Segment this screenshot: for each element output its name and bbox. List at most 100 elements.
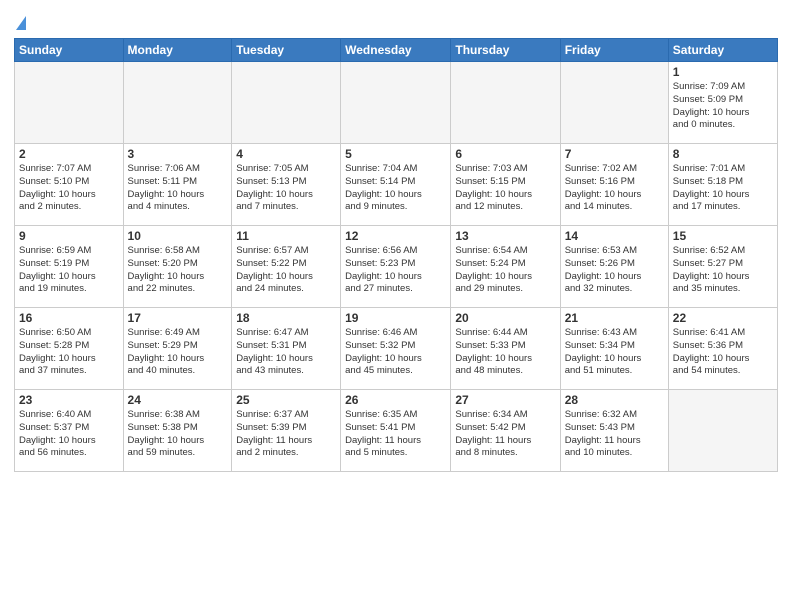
weekday-header-monday: Monday <box>123 39 232 62</box>
day-number: 17 <box>128 311 228 325</box>
day-number: 1 <box>673 65 773 79</box>
day-info: Sunrise: 6:49 AMSunset: 5:29 PMDaylight:… <box>128 327 228 378</box>
calendar-cell: 25 Sunrise: 6:37 AMSunset: 5:39 PMDayligh… <box>232 390 341 472</box>
calendar-cell: 15 Sunrise: 6:52 AMSunset: 5:27 PMDayligh… <box>668 226 777 308</box>
calendar-cell: 3 Sunrise: 7:06 AMSunset: 5:11 PMDaylight… <box>123 144 232 226</box>
day-info: Sunrise: 7:05 AMSunset: 5:13 PMDaylight:… <box>236 163 336 214</box>
calendar-cell: 11 Sunrise: 6:57 AMSunset: 5:22 PMDayligh… <box>232 226 341 308</box>
day-info: Sunrise: 6:38 AMSunset: 5:38 PMDaylight:… <box>128 409 228 460</box>
calendar-cell: 23 Sunrise: 6:40 AMSunset: 5:37 PMDayligh… <box>15 390 124 472</box>
calendar-cell: 2 Sunrise: 7:07 AMSunset: 5:10 PMDaylight… <box>15 144 124 226</box>
day-info: Sunrise: 6:56 AMSunset: 5:23 PMDaylight:… <box>345 245 446 296</box>
header <box>14 10 778 30</box>
page: SundayMondayTuesdayWednesdayThursdayFrid… <box>0 0 792 612</box>
week-row-4: 16Sunrise: 6:50 AMSunset: 5:28 PMDayligh… <box>15 308 778 390</box>
weekday-header-friday: Friday <box>560 39 668 62</box>
day-info: Sunrise: 6:35 AMSunset: 5:41 PMDaylight:… <box>345 409 446 460</box>
day-number: 9 <box>19 229 119 243</box>
day-number: 28 <box>565 393 664 407</box>
day-number: 24 <box>128 393 228 407</box>
calendar-cell: 1 Sunrise: 7:09 AMSunset: 5:09 PMDaylight… <box>668 62 777 144</box>
day-info: Sunrise: 7:04 AMSunset: 5:14 PMDaylight:… <box>345 163 446 214</box>
calendar-cell: 26 Sunrise: 6:35 AMSunset: 5:41 PMDayligh… <box>341 390 451 472</box>
day-info: Sunrise: 7:02 AMSunset: 5:16 PMDaylight:… <box>565 163 664 214</box>
calendar-cell <box>341 62 451 144</box>
calendar-cell: 20Sunrise: 6:44 AMSunset: 5:33 PMDayligh… <box>451 308 560 390</box>
calendar-cell: 13Sunrise: 6:54 AMSunset: 5:24 PMDayligh… <box>451 226 560 308</box>
calendar-cell: 18 Sunrise: 6:47 AMSunset: 5:31 PMDayligh… <box>232 308 341 390</box>
calendar-cell: 14 Sunrise: 6:53 AMSunset: 5:26 PMDayligh… <box>560 226 668 308</box>
calendar-cell: 10Sunrise: 6:58 AMSunset: 5:20 PMDayligh… <box>123 226 232 308</box>
day-number: 3 <box>128 147 228 161</box>
calendar-cell: 27 Sunrise: 6:34 AMSunset: 5:42 PMDayligh… <box>451 390 560 472</box>
logo <box>14 10 26 30</box>
day-info: Sunrise: 7:06 AMSunset: 5:11 PMDaylight:… <box>128 163 228 214</box>
day-number: 21 <box>565 311 664 325</box>
calendar-cell <box>451 62 560 144</box>
calendar-cell <box>232 62 341 144</box>
day-number: 20 <box>455 311 555 325</box>
calendar-cell: 24 Sunrise: 6:38 AMSunset: 5:38 PMDayligh… <box>123 390 232 472</box>
day-number: 8 <box>673 147 773 161</box>
day-number: 27 <box>455 393 555 407</box>
day-info: Sunrise: 6:40 AMSunset: 5:37 PMDaylight:… <box>19 409 119 460</box>
weekday-header-thursday: Thursday <box>451 39 560 62</box>
weekday-header-sunday: Sunday <box>15 39 124 62</box>
day-number: 25 <box>236 393 336 407</box>
day-number: 18 <box>236 311 336 325</box>
day-info: Sunrise: 6:52 AMSunset: 5:27 PMDaylight:… <box>673 245 773 296</box>
calendar-cell: 19 Sunrise: 6:46 AMSunset: 5:32 PMDayligh… <box>341 308 451 390</box>
calendar-cell <box>668 390 777 472</box>
calendar-cell: 28 Sunrise: 6:32 AMSunset: 5:43 PMDayligh… <box>560 390 668 472</box>
weekday-header-row: SundayMondayTuesdayWednesdayThursdayFrid… <box>15 39 778 62</box>
day-number: 15 <box>673 229 773 243</box>
day-number: 12 <box>345 229 446 243</box>
day-info: Sunrise: 6:46 AMSunset: 5:32 PMDaylight:… <box>345 327 446 378</box>
day-number: 19 <box>345 311 446 325</box>
day-number: 5 <box>345 147 446 161</box>
day-number: 6 <box>455 147 555 161</box>
day-number: 23 <box>19 393 119 407</box>
day-number: 26 <box>345 393 446 407</box>
day-info: Sunrise: 7:03 AMSunset: 5:15 PMDaylight:… <box>455 163 555 214</box>
day-info: Sunrise: 6:57 AMSunset: 5:22 PMDaylight:… <box>236 245 336 296</box>
calendar-cell: 5 Sunrise: 7:04 AMSunset: 5:14 PMDaylight… <box>341 144 451 226</box>
weekday-header-wednesday: Wednesday <box>341 39 451 62</box>
calendar-cell: 4 Sunrise: 7:05 AMSunset: 5:13 PMDaylight… <box>232 144 341 226</box>
calendar-cell: 12 Sunrise: 6:56 AMSunset: 5:23 PMDayligh… <box>341 226 451 308</box>
day-info: Sunrise: 7:01 AMSunset: 5:18 PMDaylight:… <box>673 163 773 214</box>
day-info: Sunrise: 6:53 AMSunset: 5:26 PMDaylight:… <box>565 245 664 296</box>
calendar-cell: 21 Sunrise: 6:43 AMSunset: 5:34 PMDayligh… <box>560 308 668 390</box>
calendar-cell: 8 Sunrise: 7:01 AMSunset: 5:18 PMDaylight… <box>668 144 777 226</box>
week-row-1: 1 Sunrise: 7:09 AMSunset: 5:09 PMDaylight… <box>15 62 778 144</box>
calendar-cell <box>15 62 124 144</box>
day-info: Sunrise: 7:07 AMSunset: 5:10 PMDaylight:… <box>19 163 119 214</box>
week-row-3: 9 Sunrise: 6:59 AMSunset: 5:19 PMDaylight… <box>15 226 778 308</box>
day-number: 7 <box>565 147 664 161</box>
day-number: 10 <box>128 229 228 243</box>
day-info: Sunrise: 6:47 AMSunset: 5:31 PMDaylight:… <box>236 327 336 378</box>
logo-triangle-icon <box>16 16 26 30</box>
day-info: Sunrise: 6:43 AMSunset: 5:34 PMDaylight:… <box>565 327 664 378</box>
calendar-cell: 6 Sunrise: 7:03 AMSunset: 5:15 PMDaylight… <box>451 144 560 226</box>
day-info: Sunrise: 6:41 AMSunset: 5:36 PMDaylight:… <box>673 327 773 378</box>
day-number: 14 <box>565 229 664 243</box>
day-info: Sunrise: 6:59 AMSunset: 5:19 PMDaylight:… <box>19 245 119 296</box>
calendar-table: SundayMondayTuesdayWednesdayThursdayFrid… <box>14 38 778 472</box>
calendar-cell: 17 Sunrise: 6:49 AMSunset: 5:29 PMDayligh… <box>123 308 232 390</box>
week-row-5: 23 Sunrise: 6:40 AMSunset: 5:37 PMDayligh… <box>15 390 778 472</box>
day-info: Sunrise: 6:34 AMSunset: 5:42 PMDaylight:… <box>455 409 555 460</box>
day-info: Sunrise: 7:09 AMSunset: 5:09 PMDaylight:… <box>673 81 773 132</box>
calendar-cell: 22 Sunrise: 6:41 AMSunset: 5:36 PMDayligh… <box>668 308 777 390</box>
week-row-2: 2 Sunrise: 7:07 AMSunset: 5:10 PMDaylight… <box>15 144 778 226</box>
day-number: 2 <box>19 147 119 161</box>
calendar-cell <box>123 62 232 144</box>
day-info: Sunrise: 6:37 AMSunset: 5:39 PMDaylight:… <box>236 409 336 460</box>
calendar-cell <box>560 62 668 144</box>
day-number: 22 <box>673 311 773 325</box>
day-number: 11 <box>236 229 336 243</box>
day-number: 4 <box>236 147 336 161</box>
day-info: Sunrise: 6:32 AMSunset: 5:43 PMDaylight:… <box>565 409 664 460</box>
weekday-header-saturday: Saturday <box>668 39 777 62</box>
day-info: Sunrise: 6:50 AMSunset: 5:28 PMDaylight:… <box>19 327 119 378</box>
